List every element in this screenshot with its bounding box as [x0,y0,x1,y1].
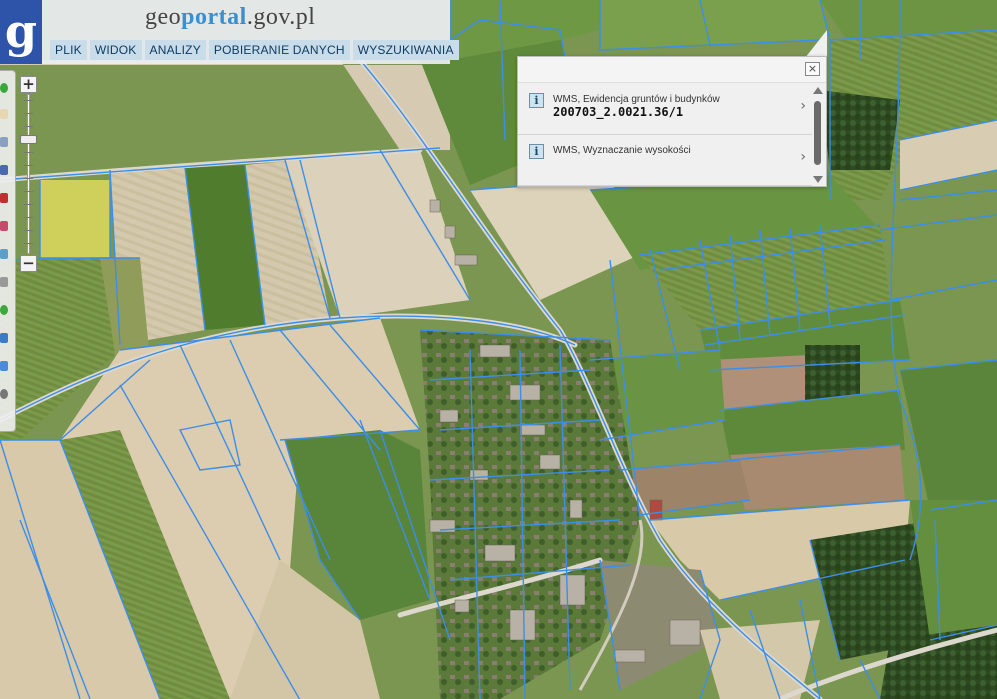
history-icon[interactable] [0,389,8,399]
menu-widok[interactable]: WIDOK [89,40,142,60]
scroll-down-arrow-icon[interactable] [813,176,823,183]
geoportal-logo[interactable]: g [0,0,42,64]
site-title: geoportal.gov.pl [145,4,315,31]
select-arrow-icon[interactable] [0,165,8,175]
main-menu: PLIK WIDOK ANALIZY POBIERANIE DANYCH WYS… [50,40,459,60]
zoom-tick [24,191,33,192]
zoom-out-button[interactable]: − [20,255,37,272]
site-title-highlight: portal [181,4,247,30]
scroll-up-arrow-icon[interactable] [813,87,823,94]
zoom-tick [24,230,33,231]
tool-strip [0,70,16,432]
menu-plik[interactable]: PLIK [50,40,87,60]
zoom-tick [24,126,33,127]
zoom-tick [24,152,33,153]
zoom-tick [24,113,33,114]
popup-results: i WMS, Ewidencja gruntów i budynków 2007… [518,84,812,187]
result-row-wysokosc[interactable]: i WMS, Wyznaczanie wysokości › [518,135,812,186]
info-icon: i [529,93,544,108]
menu-wyszukiwania[interactable]: WYSZUKIWANIA [352,40,459,60]
info-tool-icon[interactable] [0,249,8,259]
menu-pobieranie-danych[interactable]: POBIERANIE DANYCH [208,40,350,60]
ruler-icon[interactable] [0,333,8,343]
layers-icon[interactable] [0,137,8,147]
info-icon: i [529,144,544,159]
chevron-right-icon[interactable]: › [800,98,806,114]
site-title-lead: g [145,4,158,30]
site-title-rest: eo [157,4,182,30]
aerial-map[interactable] [0,0,997,699]
result-layer-label: WMS, Wyznaczanie wysokości [553,145,691,156]
popup-scrollbar[interactable] [812,84,824,186]
result-parcel-id: 200703_2.0021.36/1 [553,105,684,119]
green-dot-icon[interactable] [0,305,8,315]
globe-tool-icon[interactable] [0,83,8,93]
close-button[interactable]: × [805,62,820,76]
site-title-tail: .gov.pl [246,4,316,30]
zoom-tick [24,204,33,205]
share-icon[interactable] [0,361,8,371]
zoom-slider-handle[interactable] [20,134,37,144]
popup-pointer [805,30,827,58]
scrollbar-thumb[interactable] [814,101,821,165]
feature-info-popup: × i WMS, Ewidencja gruntów i budynków 20… [517,56,827,187]
logo-letter: g [4,4,38,58]
zoom-tick [24,100,33,101]
chevron-right-icon[interactable]: › [800,149,806,165]
pan-hand-icon[interactable] [0,109,8,119]
zoom-in-button[interactable]: + [20,76,37,93]
popup-header: × [518,57,826,83]
measure-icon[interactable] [0,193,8,203]
result-layer-label: WMS, Ewidencja gruntów i budynków [553,94,720,105]
zoom-tick [24,217,33,218]
result-row-ewidencja[interactable]: i WMS, Ewidencja gruntów i budynków 2007… [518,84,812,135]
zoom-tick [24,165,33,166]
zoom-tick [24,243,33,244]
pin-icon[interactable] [0,221,8,231]
app-header: g geoportal.gov.pl PLIK WIDOK ANALIZY PO… [0,0,459,64]
zoom-tick [24,178,33,179]
search-tool-icon[interactable] [0,277,8,287]
menu-analizy[interactable]: ANALIZY [144,40,206,60]
